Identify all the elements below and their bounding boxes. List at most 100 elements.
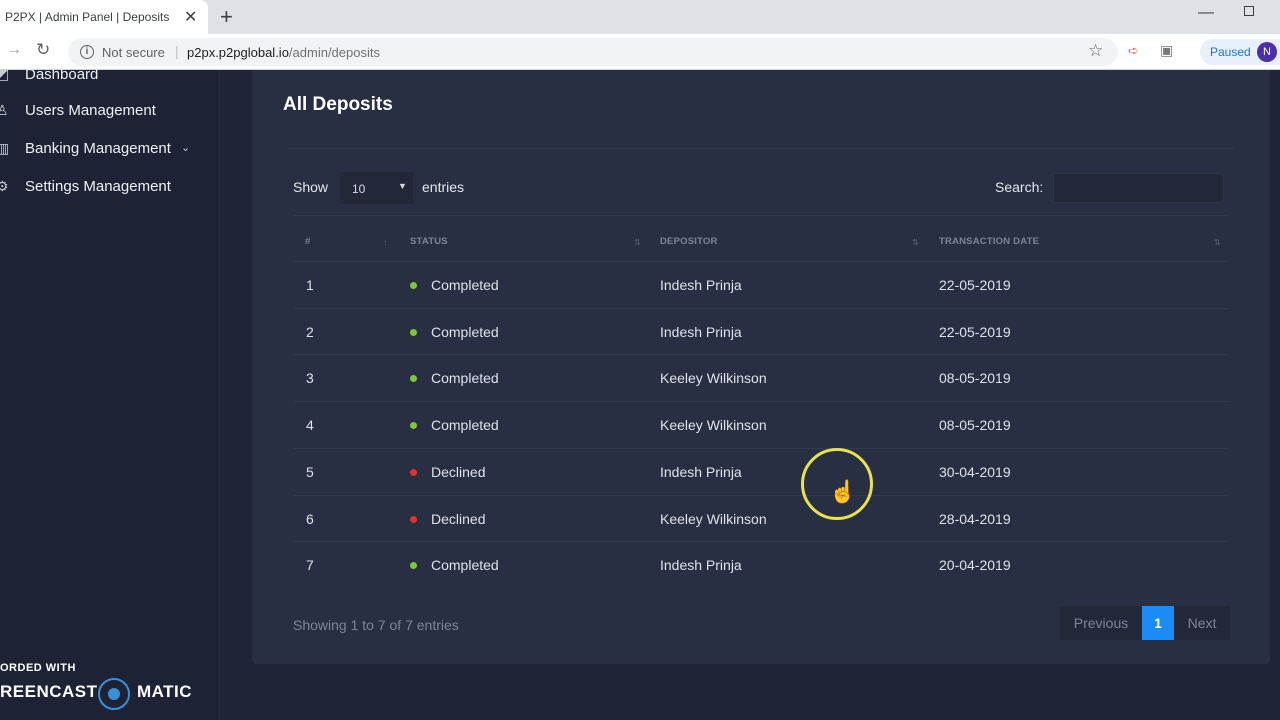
status-text: Completed: [431, 277, 499, 293]
sort-icon[interactable]: ⇅: [1214, 238, 1221, 247]
sidebar-item-label: Banking Management: [25, 140, 171, 157]
status-text: Completed: [431, 417, 499, 433]
watermark-left-text: REENCAST: [0, 682, 98, 701]
status-text: Declined: [431, 464, 486, 480]
watermark-logo-icon: [98, 678, 130, 710]
bookmark-star-icon[interactable]: ☆: [1088, 41, 1103, 61]
page-title: All Deposits: [283, 94, 393, 115]
show-label: Show: [293, 179, 329, 195]
tab-title: P2PX | Admin Panel | Deposits: [5, 10, 170, 24]
transaction-date: 22-05-2019: [939, 324, 1011, 340]
transaction-date: 08-05-2019: [939, 370, 1011, 386]
users-icon: ♙: [0, 102, 9, 118]
forward-arrow-icon[interactable]: →: [6, 41, 22, 59]
url-text[interactable]: p2px.p2pglobal.io/admin/deposits: [187, 45, 380, 60]
profile-status: Paused: [1210, 45, 1251, 59]
table-row[interactable]: 6 Declined Keeley Wilkinson 28-04-2019: [294, 495, 1229, 542]
table-info: Showing 1 to 7 of 7 entries: [293, 617, 459, 633]
divider: [288, 148, 1234, 149]
hand-cursor-icon: ☝: [829, 479, 857, 504]
sort-icon[interactable]: ⇅: [634, 238, 641, 247]
bank-icon: ▥: [0, 140, 10, 156]
depositor-name: Keeley Wilkinson: [660, 370, 767, 386]
status-dot-icon: [410, 469, 417, 476]
table-row[interactable]: 4 Completed Keeley Wilkinson 08-05-2019: [294, 401, 1229, 448]
url-separator: |: [175, 43, 179, 59]
status-text: Completed: [431, 324, 499, 340]
status-dot-icon: [410, 562, 417, 569]
url-path: /admin/deposits: [288, 45, 380, 60]
depositor-name: Keeley Wilkinson: [660, 511, 767, 527]
address-bar[interactable]: i Not secure | p2px.p2pglobal.io/admin/d…: [68, 38, 1118, 66]
camera-icon[interactable]: ▣: [1160, 42, 1173, 59]
status-dot-icon: [410, 329, 417, 336]
table-row[interactable]: 2 Completed Indesh Prinja 22-05-2019: [294, 308, 1229, 355]
recording-watermark: ORDED WITH REENCAST MATIC: [0, 662, 220, 712]
row-number: 5: [306, 464, 314, 480]
sort-icon[interactable]: ⇅: [912, 238, 919, 247]
not-secure-label: Not secure: [102, 45, 165, 60]
previous-button[interactable]: Previous: [1060, 606, 1142, 640]
depositor-name: Indesh Prinja: [660, 277, 742, 293]
dashboard-icon: ◩: [0, 66, 10, 82]
search-label: Search:: [995, 179, 1044, 195]
search-input[interactable]: [1053, 173, 1224, 203]
profile-button[interactable]: Paused N: [1200, 39, 1280, 65]
caret-down-icon: ▼: [398, 181, 407, 191]
status-text: Completed: [431, 557, 499, 573]
tab-close-icon[interactable]: ✕: [184, 7, 197, 27]
page-size-value: 10: [352, 182, 366, 196]
watermark-right-text: MATIC: [137, 682, 193, 701]
row-number: 2: [306, 324, 314, 340]
chevron-down-icon[interactable]: ⌄: [181, 141, 190, 154]
sidebar-item-label: Dashboard: [25, 66, 99, 83]
reload-icon[interactable]: ↻: [36, 40, 50, 60]
status-dot-icon: [410, 282, 417, 289]
column-header-number[interactable]: #: [305, 236, 310, 247]
status-text: Completed: [431, 370, 499, 386]
column-header-status[interactable]: Status: [410, 236, 448, 247]
next-button[interactable]: Next: [1174, 606, 1230, 640]
info-icon[interactable]: i: [80, 45, 94, 59]
sidebar: ◩ Dashboard ♙ Users Management ▥ Banking…: [0, 66, 220, 720]
transaction-date: 30-04-2019: [939, 464, 1011, 480]
table-divider: [294, 215, 1229, 216]
page-size-select[interactable]: 10 ▼: [340, 172, 413, 204]
transaction-date: 20-04-2019: [939, 557, 1011, 573]
status-dot-icon: [410, 516, 417, 523]
new-tab-button[interactable]: +: [220, 4, 233, 30]
entries-label: entries: [422, 179, 465, 195]
avatar: N: [1257, 42, 1277, 62]
url-host: p2px.p2pglobal.io: [187, 45, 289, 60]
browser-tab[interactable]: P2PX | Admin Panel | Deposits ✕: [0, 0, 208, 34]
deposits-card: All Deposits Show 10 ▼ entries Search: #…: [252, 70, 1270, 664]
sidebar-item-users-management[interactable]: ♙ Users Management: [0, 100, 210, 124]
status-dot-icon: [410, 375, 417, 382]
column-header-depositor[interactable]: Depositor: [660, 236, 718, 247]
page-1-button[interactable]: 1: [1142, 606, 1174, 640]
status-dot-icon: [410, 422, 417, 429]
minimize-icon[interactable]: —: [1198, 4, 1214, 22]
sidebar-item-label: Users Management: [25, 102, 156, 119]
watermark-top-text: ORDED WITH: [0, 662, 76, 674]
sidebar-item-banking-management[interactable]: ▥ Banking Management ⌄: [0, 138, 210, 162]
sidebar-item-dashboard[interactable]: ◩ Dashboard: [0, 64, 210, 88]
column-header-transaction-date[interactable]: Transaction Date: [939, 236, 1039, 247]
extension-icon[interactable]: ➪: [1128, 43, 1139, 59]
table-row[interactable]: 7 Completed Indesh Prinja 20-04-2019: [294, 541, 1229, 588]
row-number: 3: [306, 370, 314, 386]
depositor-name: Keeley Wilkinson: [660, 417, 767, 433]
browser-tabstrip: P2PX | Admin Panel | Deposits ✕ + —: [0, 0, 1280, 34]
table-row[interactable]: 1 Completed Indesh Prinja 22-05-2019: [294, 261, 1229, 308]
table-row[interactable]: 3 Completed Keeley Wilkinson 08-05-2019: [294, 354, 1229, 401]
transaction-date: 08-05-2019: [939, 417, 1011, 433]
row-number: 6: [306, 511, 314, 527]
depositor-name: Indesh Prinja: [660, 464, 742, 480]
gear-icon: ⚙: [0, 178, 9, 194]
maximize-icon[interactable]: [1244, 6, 1254, 16]
table-row[interactable]: 5 Declined Indesh Prinja 30-04-2019: [294, 448, 1229, 495]
depositor-name: Indesh Prinja: [660, 324, 742, 340]
status-text: Declined: [431, 511, 486, 527]
sort-icon[interactable]: ↑: [383, 238, 387, 247]
sidebar-item-settings-management[interactable]: ⚙ Settings Management: [0, 176, 210, 200]
